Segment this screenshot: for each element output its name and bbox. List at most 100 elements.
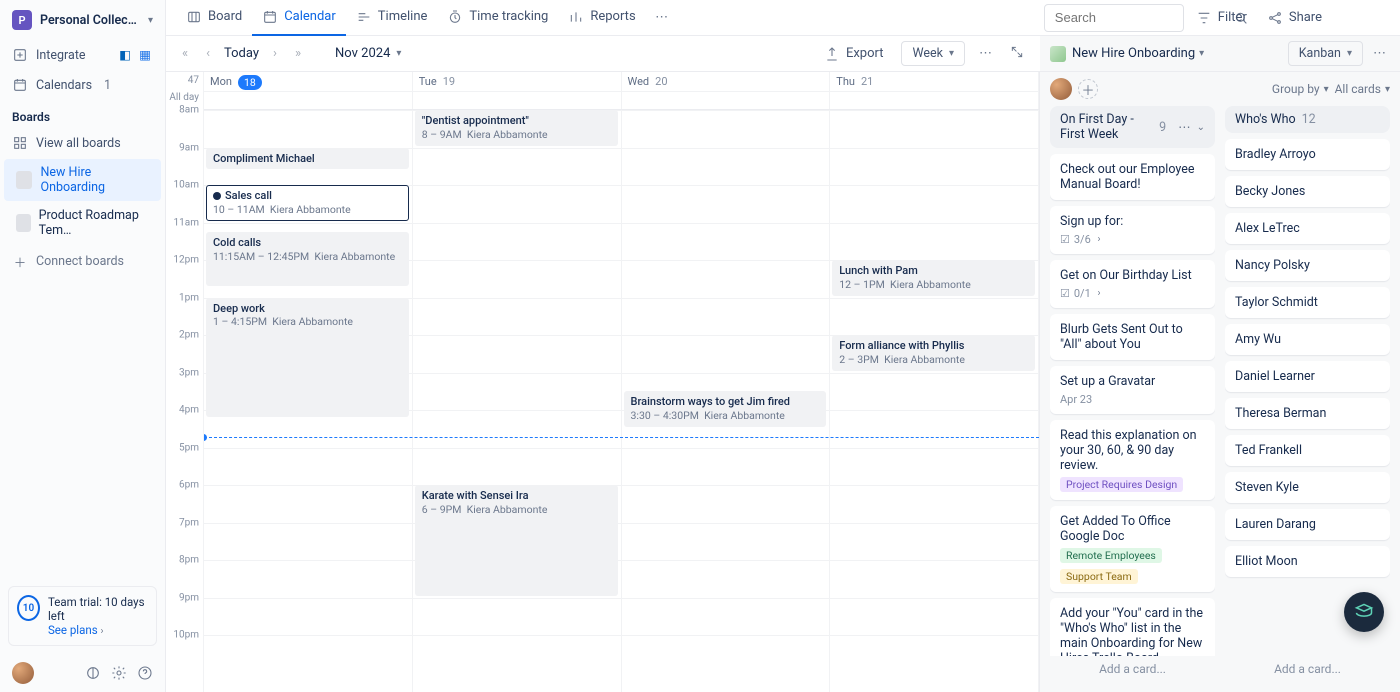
list-count: 9 <box>1159 120 1166 135</box>
calendar-event[interactable]: Compliment Michael <box>206 148 409 169</box>
filter-button[interactable]: Filter <box>1188 4 1255 32</box>
kanban-card[interactable]: Blurb Gets Sent Out to "All" about You <box>1050 314 1215 360</box>
collapse-icon[interactable]: ⌄ <box>1197 122 1205 133</box>
search-box[interactable] <box>1044 4 1184 32</box>
kanban-card[interactable]: Daniel Learner <box>1225 361 1390 392</box>
panel-board-name[interactable]: New Hire Onboarding ▾ <box>1072 46 1204 61</box>
hour-label: 9am <box>179 142 199 153</box>
tab-reports[interactable]: Reports <box>558 0 645 36</box>
more-icon[interactable]: ⋯ <box>975 42 996 65</box>
add-card[interactable]: Add a card... <box>1050 656 1215 682</box>
kanban-card[interactable]: Sign up for:☑3/6 › <box>1050 206 1215 254</box>
refresh-icon[interactable] <box>1354 4 1370 32</box>
user-avatar[interactable] <box>12 662 34 684</box>
kanban-card[interactable]: Get Added To Office Google DocRemote Emp… <box>1050 506 1215 592</box>
board-name: Product Roadmap Tem… <box>39 208 149 238</box>
list-header[interactable]: On First Day - First Week 9 ⋯⌄ <box>1050 106 1215 148</box>
hour-label: 4pm <box>179 405 199 416</box>
kanban-card[interactable]: Bradley Arroyo <box>1225 139 1390 170</box>
group-by[interactable]: Group by▾ <box>1272 82 1329 96</box>
kanban-card[interactable]: Ted Frankell <box>1225 435 1390 466</box>
see-plans-link[interactable]: See plans › <box>48 623 148 637</box>
expand-icon[interactable] <box>1006 41 1028 67</box>
calendar-event[interactable]: Sales call10 – 11AM Kiera Abbamonte <box>206 185 409 221</box>
kanban-card[interactable]: Theresa Berman <box>1225 398 1390 429</box>
card-title: Read this explanation on your 30, 60, & … <box>1060 428 1205 473</box>
member-avatar[interactable] <box>1050 78 1072 100</box>
all-cards[interactable]: All cards▾ <box>1335 82 1390 96</box>
share-button[interactable]: Share <box>1259 4 1330 32</box>
kanban-card[interactable]: Lauren Darang <box>1225 509 1390 540</box>
calendar-event[interactable]: Cold calls11:15AM – 12:45PM Kiera Abbamo… <box>206 232 409 286</box>
panel-toggle-icon[interactable] <box>1374 4 1390 32</box>
kanban-card[interactable]: Read this explanation on your 30, 60, & … <box>1050 420 1215 500</box>
calendar-event[interactable]: Form alliance with Phyllis2 – 3PM Kiera … <box>832 335 1035 371</box>
tab-timeline[interactable]: Timeline <box>346 0 438 36</box>
panel-more-icon[interactable]: ⋯ <box>1369 42 1390 65</box>
kanban-card[interactable]: Alex LeTrec <box>1225 213 1390 244</box>
help-fab[interactable] <box>1344 592 1384 632</box>
calendars-count: 1 <box>104 78 111 93</box>
today-button[interactable]: Today <box>224 46 259 61</box>
bell-icon[interactable] <box>1334 4 1350 32</box>
workspace-name: Personal Collec… <box>40 13 140 28</box>
nav-last[interactable]: » <box>291 44 305 63</box>
theme-icon[interactable] <box>85 665 101 681</box>
nav-next[interactable]: › <box>269 44 281 63</box>
kanban-card[interactable]: Add your "You" card in the "Who's Who" l… <box>1050 598 1215 656</box>
view-picker[interactable]: Kanban ▾ <box>1288 41 1363 66</box>
range-picker[interactable]: Week ▾ <box>901 41 965 66</box>
event-meta: 1 – 4:15PM Kiera Abbamonte <box>213 315 402 328</box>
tab-board[interactable]: Board <box>176 0 252 36</box>
export-button[interactable]: Export <box>816 40 892 68</box>
hour-label: 10am <box>174 180 199 191</box>
chevron-down-icon: ▾ <box>1199 48 1204 59</box>
calendar-event[interactable]: Karate with Sensei Ira6 – 9PM Kiera Abba… <box>415 485 618 596</box>
view-all-boards[interactable]: View all boards <box>0 128 165 158</box>
sidebar-integrate-label: Integrate <box>36 48 86 63</box>
list-more-icon[interactable]: ⋯ <box>1178 119 1191 135</box>
day-header: Thu21 <box>830 72 1039 91</box>
card-date: Apr 23 <box>1060 393 1205 406</box>
week-number: 47 <box>166 72 203 92</box>
sidebar-integrate[interactable]: Integrate ◧ ▦ <box>0 40 165 70</box>
kanban-card[interactable]: Get on Our Birthday List☑0/1 › <box>1050 260 1215 308</box>
kanban-card[interactable]: Nancy Polsky <box>1225 250 1390 281</box>
kanban-card[interactable]: Taylor Schmidt <box>1225 287 1390 318</box>
card-label: Support Team <box>1060 569 1138 584</box>
tab-calendar[interactable]: Calendar <box>252 0 346 36</box>
hour-label: 12pm <box>173 255 199 266</box>
board-item[interactable]: Product Roadmap Tem… <box>4 202 161 244</box>
nav-prev[interactable]: ‹ <box>202 44 214 63</box>
time-icon <box>447 9 463 25</box>
list-count: 12 <box>1302 112 1316 127</box>
nav-first[interactable]: « <box>178 44 192 63</box>
add-card[interactable]: Add a card... <box>1225 656 1390 682</box>
kanban-card[interactable]: Amy Wu <box>1225 324 1390 355</box>
workspace-switcher[interactable]: P Personal Collec… ▾ <box>0 0 165 40</box>
kanban-card[interactable]: Becky Jones <box>1225 176 1390 207</box>
board-item[interactable]: New Hire Onboarding <box>4 159 161 201</box>
calendar-event[interactable]: Brainstorm ways to get Jim fired3:30 – 4… <box>624 391 827 427</box>
calendar-event[interactable]: Lunch with Pam12 – 1PM Kiera Abbamonte <box>832 260 1035 296</box>
help-icon[interactable] <box>137 665 153 681</box>
calendar-event[interactable]: "Dentist appointment"8 – 9AM Kiera Abbam… <box>415 110 618 146</box>
more-tabs-icon[interactable]: ⋯ <box>654 10 670 26</box>
kanban-card[interactable]: Set up a Gravatar Apr 23 <box>1050 366 1215 414</box>
kanban-card[interactable]: Check out our Employee Manual Board! <box>1050 154 1215 200</box>
sidebar-calendars[interactable]: Calendars 1 <box>0 70 165 100</box>
view-all-boards-label: View all boards <box>36 136 121 151</box>
add-member-icon[interactable]: ＋ <box>1078 79 1098 99</box>
checklist-icon: ☑ <box>1060 233 1070 246</box>
event-meta: 12 – 1PM Kiera Abbamonte <box>839 278 1028 291</box>
kanban-card[interactable]: Elliot Moon <box>1225 546 1390 577</box>
calendar-event[interactable]: Deep work1 – 4:15PM Kiera Abbamonte <box>206 298 409 418</box>
list-header[interactable]: Who's Who 12 <box>1225 106 1390 133</box>
kanban-card[interactable]: Steven Kyle <box>1225 472 1390 503</box>
connect-boards[interactable]: ＋ Connect boards <box>0 245 165 277</box>
tab-time-tracking[interactable]: Time tracking <box>437 0 558 36</box>
month-picker[interactable]: Nov 2024 ▾ <box>335 46 401 61</box>
settings-icon[interactable] <box>111 665 127 681</box>
hour-label: 8am <box>179 105 199 116</box>
card-title: Set up a Gravatar <box>1060 374 1205 389</box>
